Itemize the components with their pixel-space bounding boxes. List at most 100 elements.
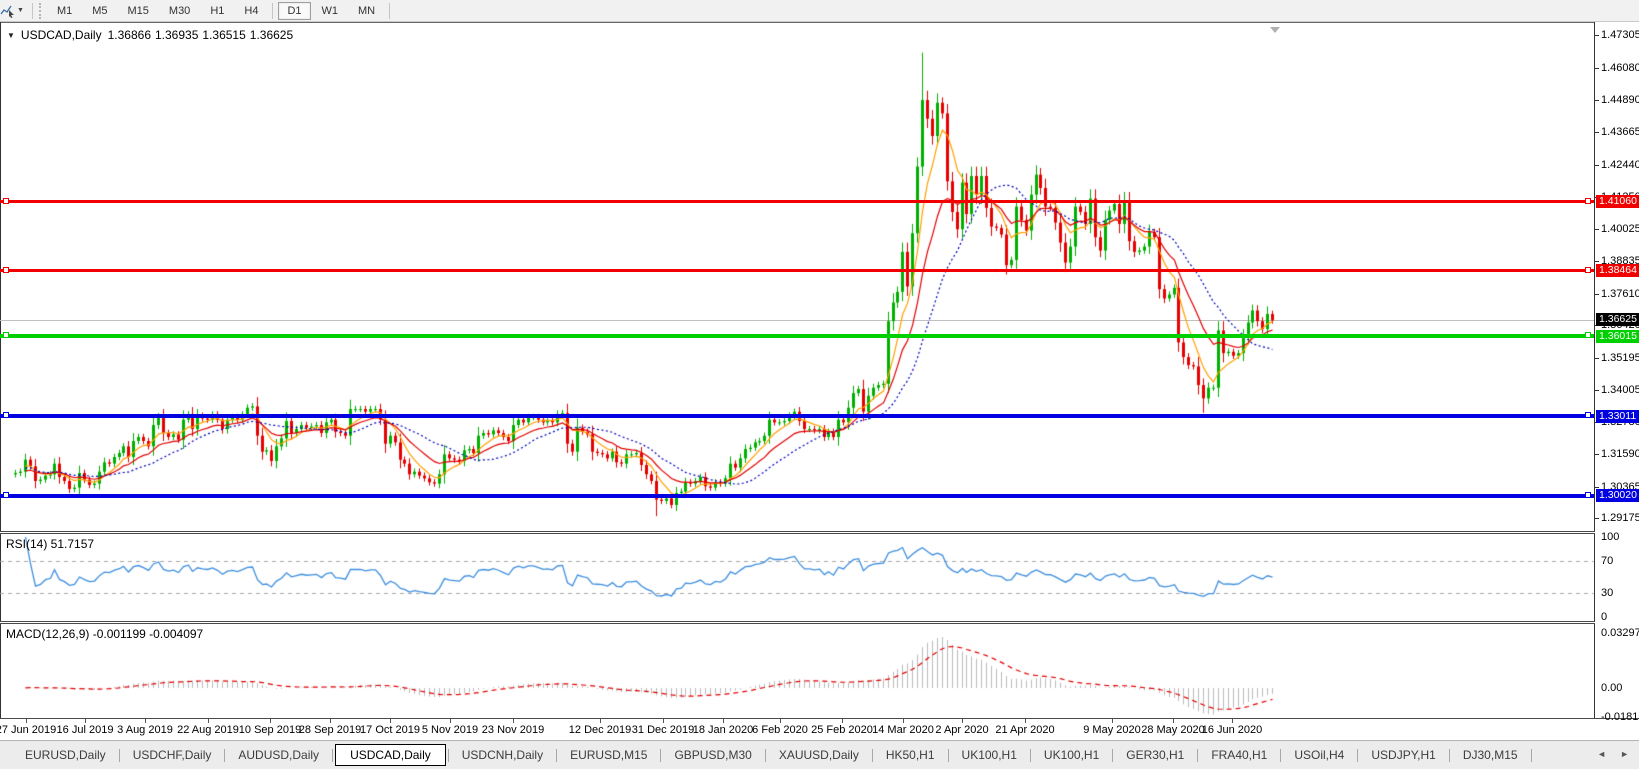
tab-eurusd-daily[interactable]: EURUSD,Daily: [14, 745, 117, 765]
tab-usdcnh-daily[interactable]: USDCNH,Daily: [451, 745, 554, 765]
level-line-handle[interactable]: [1585, 412, 1591, 418]
timeframe-button-w1[interactable]: W1: [313, 2, 348, 20]
date-tick: [903, 719, 904, 723]
tab-separator: [1449, 749, 1450, 762]
crosshair-tool-icon[interactable]: [0, 3, 16, 19]
tab-separator: [872, 749, 873, 762]
level-price-label: 1.30020: [1596, 489, 1639, 502]
price-tick: [1595, 358, 1599, 359]
tab-separator: [1112, 749, 1113, 762]
level-line-handle[interactable]: [3, 332, 9, 338]
level-price-label: 1.33011: [1596, 410, 1639, 423]
level-line-handle[interactable]: [3, 267, 9, 273]
tab-usdcad-daily[interactable]: USDCAD,Daily: [335, 744, 446, 766]
date-tick: [390, 719, 391, 723]
timeframe-button-m30[interactable]: M30: [160, 2, 199, 20]
price-tick-label: 1.46080: [1601, 62, 1639, 74]
level-line-handle[interactable]: [3, 198, 9, 204]
macd-canvas[interactable]: [0, 624, 1595, 718]
level-line-1.41060[interactable]: [0, 200, 1594, 203]
timeframe-button-h4[interactable]: H4: [235, 2, 267, 20]
ohlc-close: 1.36625: [250, 28, 293, 42]
date-axis[interactable]: 27 Jun 201916 Jul 20193 Aug 201922 Aug 2…: [0, 718, 1639, 740]
tab-scroll-right-icon[interactable]: ►: [1620, 749, 1629, 759]
tab-usoil-h4[interactable]: USOil,H4: [1283, 745, 1355, 765]
tab-uk100-h1[interactable]: UK100,H1: [951, 745, 1028, 765]
tab-dj30-m15[interactable]: DJ30,M15: [1452, 745, 1529, 765]
level-line-handle[interactable]: [1585, 492, 1591, 498]
price-axis[interactable]: 1.473051.460801.448901.436651.424401.412…: [1595, 22, 1639, 718]
date-tick: [1232, 719, 1233, 723]
tab-uk100-h1[interactable]: UK100,H1: [1033, 745, 1110, 765]
price-tick-label: 1.29175: [1601, 512, 1639, 524]
collapse-arrow-icon[interactable]: ▼: [7, 31, 15, 40]
price-tick: [1595, 390, 1599, 391]
price-tick-label: 1.44890: [1601, 94, 1639, 106]
level-line-handle[interactable]: [1585, 198, 1591, 204]
tab-audusd-daily[interactable]: AUDUSD,Daily: [227, 745, 330, 765]
tab-usdchf-daily[interactable]: USDCHF,Daily: [122, 745, 223, 765]
rsi-tick-label: 30: [1601, 587, 1613, 599]
level-line-1.30020[interactable]: [0, 494, 1594, 498]
tab-xauusd-daily[interactable]: XAUUSD,Daily: [768, 745, 870, 765]
timeframe-button-m1[interactable]: M1: [48, 2, 81, 20]
macd-tick-label: 0.00: [1601, 682, 1622, 694]
date-label: 16 Jul 2019: [57, 724, 114, 736]
tab-usdjpy-h1[interactable]: USDJPY,H1: [1360, 745, 1446, 765]
tab-fra40-h1[interactable]: FRA40,H1: [1200, 745, 1278, 765]
rsi-label: RSI(14) 51.7157: [6, 537, 94, 551]
date-tick: [1173, 719, 1174, 723]
tab-separator: [1280, 749, 1281, 762]
timeframe-group: D1W1MN: [277, 2, 385, 20]
date-tick: [330, 719, 331, 723]
date-label: 22 Aug 2019: [177, 724, 239, 736]
date-label: 16 Jun 2020: [1202, 724, 1263, 736]
toolbar-separator: [272, 3, 273, 19]
date-tick: [208, 719, 209, 723]
main-chart-canvas[interactable]: [0, 22, 1595, 531]
date-label: 17 Oct 2019: [360, 724, 420, 736]
tab-eurusd-m15[interactable]: EURUSD,M15: [559, 745, 658, 765]
tab-scroll-left-icon[interactable]: ◄: [1597, 749, 1606, 759]
mt4-window: ▼ M1M5M15M30H1H4 D1W1MN ▼ USDCAD,Daily 1…: [0, 0, 1639, 769]
date-label: 21 Apr 2020: [995, 724, 1054, 736]
date-label: 12 Dec 2019: [569, 724, 631, 736]
level-price-label: 1.36015: [1596, 330, 1639, 343]
rsi-tick-label: 70: [1601, 555, 1613, 567]
level-line-handle[interactable]: [1585, 332, 1591, 338]
dropdown-chevron-icon[interactable]: ▼: [17, 7, 24, 14]
price-tick: [1595, 35, 1599, 36]
price-tick: [1595, 261, 1599, 262]
toolbar-grip[interactable]: [39, 3, 42, 19]
tab-hk50-h1[interactable]: HK50,H1: [875, 745, 946, 765]
timeframe-button-d1[interactable]: D1: [278, 2, 310, 20]
rsi-canvas[interactable]: [0, 534, 1595, 621]
chart-shift-marker-icon[interactable]: [1270, 27, 1280, 33]
price-tick: [1595, 487, 1599, 488]
timeframe-button-m15[interactable]: M15: [119, 2, 158, 20]
tab-separator: [448, 749, 449, 762]
tab-separator: [332, 749, 333, 762]
price-tick: [1595, 294, 1599, 295]
rsi-tick-label: 0: [1601, 611, 1607, 623]
level-line-handle[interactable]: [3, 412, 9, 418]
price-tick: [1595, 132, 1599, 133]
date-tick: [513, 719, 514, 723]
tab-ger30-h1[interactable]: GER30,H1: [1115, 745, 1195, 765]
level-line-handle[interactable]: [3, 492, 9, 498]
level-line-1.33011[interactable]: [0, 414, 1594, 418]
level-line-1.36015[interactable]: [0, 334, 1594, 338]
timeframe-button-h1[interactable]: H1: [201, 2, 233, 20]
level-line-handle[interactable]: [1585, 267, 1591, 273]
tab-gbpusd-m30[interactable]: GBPUSD,M30: [663, 745, 762, 765]
tab-separator: [1030, 749, 1031, 762]
timeframe-button-mn[interactable]: MN: [349, 2, 384, 20]
date-label: 2 Apr 2020: [935, 724, 988, 736]
date-label: 6 Feb 2020: [752, 724, 808, 736]
tab-separator: [1197, 749, 1198, 762]
level-line-1.38464[interactable]: [0, 269, 1594, 272]
tab-separator: [765, 749, 766, 762]
price-tick: [1595, 100, 1599, 101]
timeframe-button-m5[interactable]: M5: [83, 2, 116, 20]
ohlc-open: 1.36866: [108, 28, 151, 42]
